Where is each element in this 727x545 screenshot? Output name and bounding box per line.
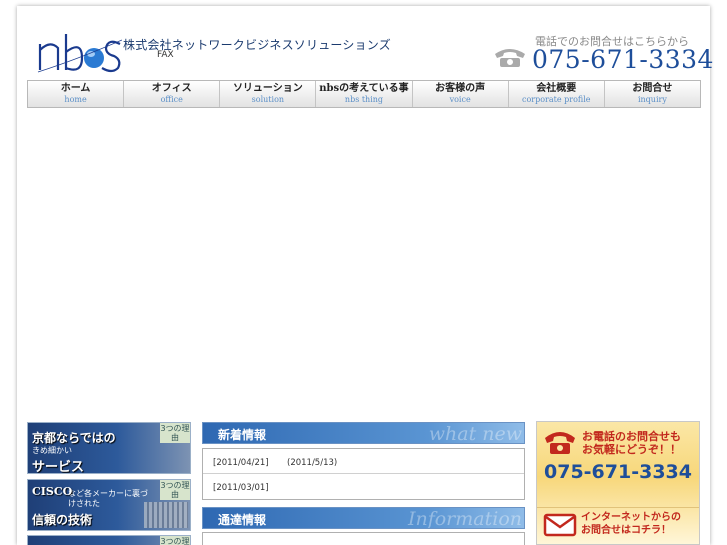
info-list (202, 532, 525, 545)
banner-subtitle: きめ細かい (32, 446, 72, 455)
news-list: [2011/04/21] (2011/5/13) [2011/03/01] (202, 448, 525, 500)
nav-inquiry[interactable]: お問合せ inquiry (605, 81, 700, 107)
contact-phone-text: お電話のお問合せも お気軽にどうぞ！！ (582, 430, 681, 456)
news-date: [2011/04/21] (213, 458, 269, 468)
banner-title-2: 信頼の技術 (32, 513, 93, 527)
mail-icon (543, 513, 577, 537)
reason-badge: 3つの理由 (160, 423, 190, 443)
nav-label: 会社概要 (536, 83, 577, 94)
nav-label: ソリューション (232, 83, 303, 94)
contact-web-line-1: インターネットからの (581, 512, 681, 523)
nav-label: オフィス (151, 83, 192, 94)
banner-cisco-tech[interactable]: 3つの理由 CISCO など各メーカーに裏づけされた 信頼の技術 (27, 479, 191, 531)
info-header: Information 通達情報 (202, 507, 525, 529)
nav-nbs-thing[interactable]: nbsの考えている事 nbs thing (316, 81, 413, 107)
contact-web-line-2: お問合せはコチラ！ (581, 525, 671, 536)
news-text[interactable]: (2011/5/13) (287, 458, 337, 473)
contact-web-text[interactable]: インターネットからの お問合せはコチラ！ (581, 511, 681, 537)
banner-kyoto-service[interactable]: 3つの理由 京都ならではの きめ細かい サービス (27, 422, 191, 474)
nav-sublabel: home (64, 95, 87, 104)
nav-label: お客様の声 (435, 83, 486, 94)
reason-badge: 3つの理由 (160, 480, 190, 500)
contact-phone-line-1: お電話のお問合せも (582, 430, 681, 443)
news-title: 新着情報 (218, 428, 267, 442)
contact-divider (537, 507, 699, 508)
news-ghost-text: what new (428, 423, 522, 444)
nav-solution[interactable]: ソリューション solution (220, 81, 317, 107)
nav-home[interactable]: ホーム home (28, 81, 125, 107)
contact-phone-line-2: お気軽にどうぞ！！ (582, 443, 681, 456)
reason-badge: 3つの理由 (160, 536, 190, 545)
nav-sublabel: voice (449, 95, 471, 104)
news-date: [2011/03/01] (213, 483, 269, 493)
nav-label: お問合せ (632, 83, 673, 94)
banner-title-2: サービス (32, 460, 85, 474)
nav-sublabel: solution (251, 95, 285, 104)
news-item[interactable]: [2011/03/01] (203, 474, 524, 499)
nav-sublabel: office (160, 95, 183, 104)
nav-corporate-profile[interactable]: 会社概要 corporate profile (509, 81, 605, 107)
contact-panel[interactable]: お電話のお問合せも お気軽にどうぞ！！ 075-671-3334 インターネット… (536, 421, 700, 545)
info-title: 通達情報 (218, 513, 267, 527)
nav-sublabel: nbs thing (344, 95, 384, 104)
banner-title: 京都ならではの (32, 431, 116, 445)
banner-title: CISCO (32, 485, 73, 498)
nav-label: nbsの考えている事 (319, 83, 409, 94)
nav-office[interactable]: オフィス office (124, 81, 221, 107)
nbs-logo[interactable] (36, 30, 122, 76)
telephone-icon (495, 49, 525, 67)
news-header: what new 新着情報 (202, 422, 525, 444)
nav-sublabel: corporate profile (522, 95, 591, 104)
banner-subtitle: など各メーカーに裏づけされた (68, 489, 148, 508)
contact-tel-number[interactable]: 075-671-3334 (544, 461, 692, 483)
telephone-icon (545, 432, 575, 454)
nav-sublabel: inquiry (637, 95, 667, 104)
news-item[interactable]: [2011/04/21] (2011/5/13) (203, 449, 524, 474)
tel-number[interactable]: 075-671-3334 (532, 45, 714, 74)
fax-label: FAX (157, 50, 174, 60)
nav-label: ホーム (60, 83, 91, 94)
info-ghost-text: Information (407, 508, 522, 529)
global-nav: ホーム home オフィス office ソリューション solution nb… (27, 80, 701, 108)
banner-third[interactable]: 3つの理由 (27, 535, 191, 545)
nav-voice[interactable]: お客様の声 voice (413, 81, 509, 107)
